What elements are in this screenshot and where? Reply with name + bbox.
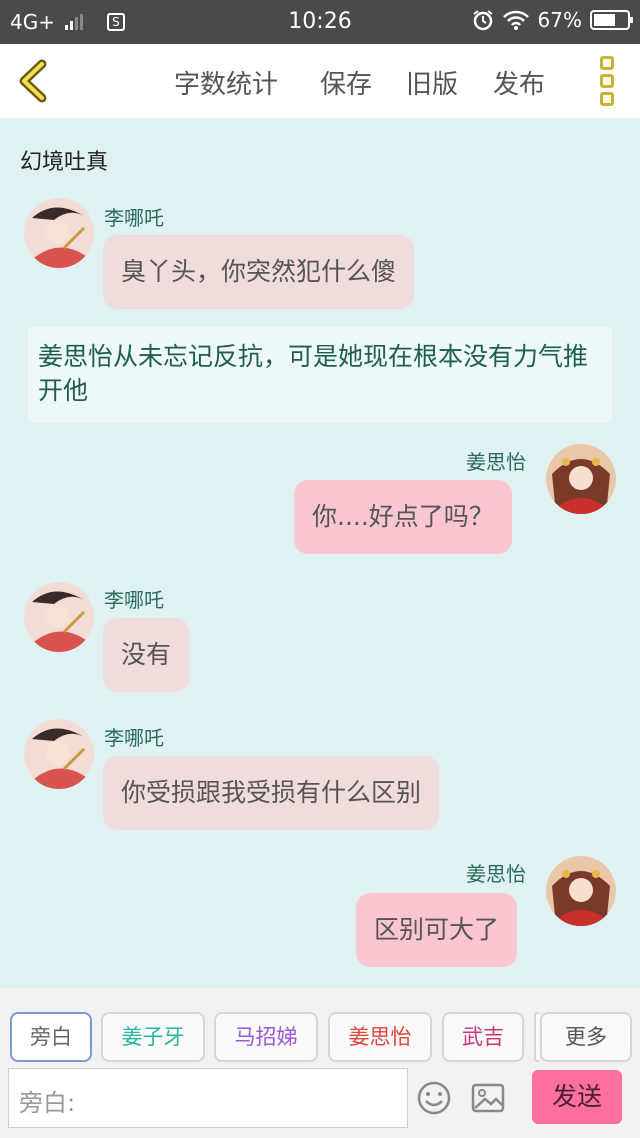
role-chip-mazhaodi[interactable]: 马招娣 <box>214 1012 318 1062</box>
message-input[interactable]: 旁白: <box>8 1068 408 1128</box>
chapter-title: 幻境吐真 <box>20 150 109 175</box>
image-icon[interactable] <box>470 1080 506 1116</box>
role-chip-narrator[interactable]: 旁白 <box>10 1012 92 1062</box>
save-button[interactable]: 保存 <box>320 64 372 101</box>
status-right: 67% <box>472 8 633 32</box>
sender-name: 李哪吒 <box>104 588 164 612</box>
chevron-left-icon[interactable] <box>14 58 54 104</box>
role-chip-wuji[interactable]: 武吉 <box>442 1012 524 1062</box>
narration-text[interactable]: 姜思怡从未忘记反抗，可是她现在根本没有力气推开他 <box>28 326 612 422</box>
sender-name: 李哪吒 <box>104 206 164 230</box>
sender-name: 李哪吒 <box>104 726 164 750</box>
send-button[interactable]: 发送 <box>532 1070 622 1124</box>
alarm-icon <box>472 10 493 31</box>
sender-name: 姜思怡 <box>466 862 526 886</box>
composer: 旁白 姜子牙 马招娣 姜思怡 武吉 更多 旁白: 发送 <box>0 988 640 1138</box>
role-chip-jiangziya[interactable]: 姜子牙 <box>101 1012 205 1062</box>
top-nav: 字数统计 保存 旧版 发布 <box>0 44 640 118</box>
battery-percent: 67% <box>537 8 582 32</box>
role-chip-jiangsiyi[interactable]: 姜思怡 <box>328 1012 432 1062</box>
message-bubble[interactable]: 臭丫头，你突然犯什么傻 <box>103 235 415 309</box>
status-bar: 4G+ S 10:26 67% <box>0 0 640 44</box>
chat-area[interactable]: 幻境吐真 李哪吒 臭丫头，你突然犯什么傻 姜思怡从未忘记反抗，可是她现在根本没有… <box>0 118 640 988</box>
battery-icon <box>590 10 633 30</box>
avatar[interactable] <box>24 719 94 789</box>
avatar[interactable] <box>546 444 616 514</box>
more-vertical-icon[interactable] <box>600 56 616 106</box>
avatar[interactable] <box>24 582 94 652</box>
role-selector: 旁白 姜子牙 马招娣 姜思怡 武吉 更多 <box>0 1012 640 1062</box>
avatar[interactable] <box>24 198 94 268</box>
avatar[interactable] <box>546 856 616 926</box>
sender-name: 姜思怡 <box>466 450 526 474</box>
old-version-button[interactable]: 旧版 <box>406 64 458 101</box>
message-bubble[interactable]: 你受损跟我受损有什么区别 <box>103 756 440 830</box>
message-bubble[interactable]: 区别可大了 <box>356 893 518 967</box>
word-count-button[interactable]: 字数统计 <box>174 64 278 101</box>
smiley-icon[interactable] <box>416 1080 452 1116</box>
more-roles-button[interactable]: 更多 <box>540 1012 632 1062</box>
message-bubble[interactable]: 你....好点了吗？ <box>294 480 512 554</box>
wifi-icon <box>502 10 529 30</box>
publish-button[interactable]: 发布 <box>493 64 545 101</box>
message-bubble[interactable]: 没有 <box>103 618 190 692</box>
